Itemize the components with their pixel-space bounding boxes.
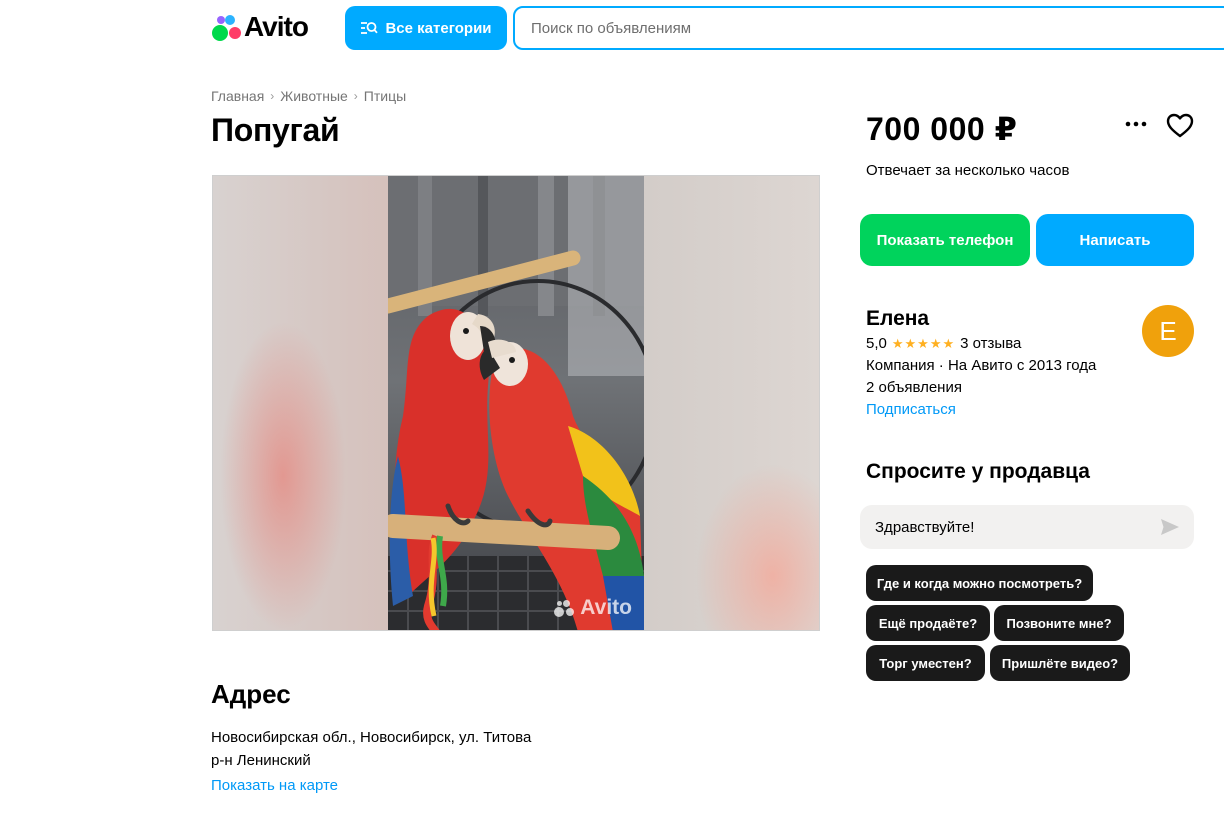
rating-value: 5,0 <box>866 335 887 352</box>
send-icon[interactable] <box>1160 518 1180 536</box>
address-district: р-н Ленинский <box>211 752 311 769</box>
all-categories-button[interactable]: Все категории <box>345 6 507 50</box>
watermark-dots-icon <box>554 598 576 618</box>
logo-text: Avito <box>244 11 309 42</box>
reviews-count[interactable]: 3 отзыва <box>960 335 1021 352</box>
all-categories-label: Все категории <box>385 19 492 37</box>
parrots-illustration <box>388 176 644 630</box>
breadcrumb-birds[interactable]: Птицы <box>364 88 406 104</box>
write-message-button[interactable]: Написать <box>1036 214 1194 266</box>
listing-photo-parrots[interactable]: Avito <box>388 176 644 630</box>
breadcrumb: Главная › Животные › Птицы <box>211 88 406 104</box>
search-bar[interactable] <box>513 6 1224 50</box>
seller-avatar[interactable]: Е <box>1142 305 1194 357</box>
price: 700 000 ₽ <box>866 111 1018 147</box>
show-on-map-link[interactable]: Показать на карте <box>211 777 338 794</box>
breadcrumb-animals[interactable]: Животные <box>280 88 348 104</box>
avito-logo[interactable]: Avito <box>211 11 309 42</box>
search-categories-icon <box>361 22 379 34</box>
quick-question-chip[interactable]: Торг уместен? <box>866 645 985 681</box>
show-phone-button[interactable]: Показать телефон <box>860 214 1030 266</box>
seller-rating[interactable]: 5,0 ★★★★★ 3 отзыва <box>866 335 1021 352</box>
breadcrumb-separator-icon: › <box>270 89 275 103</box>
message-box[interactable] <box>860 505 1194 549</box>
logo-dots-icon <box>211 12 243 42</box>
breadcrumb-home[interactable]: Главная <box>211 88 264 104</box>
more-icon[interactable] <box>1124 112 1148 136</box>
address-line: Новосибирская обл., Новосибирск, ул. Тит… <box>211 729 532 746</box>
subscribe-link[interactable]: Подписаться <box>866 401 956 418</box>
breadcrumb-separator-icon: › <box>353 89 358 103</box>
star-rating-icon: ★★★★★ <box>891 335 956 351</box>
avito-watermark: Avito <box>554 596 632 620</box>
quick-question-chip[interactable]: Ещё продаёте? <box>866 605 990 641</box>
watermark-text: Avito <box>580 596 632 619</box>
quick-question-chip[interactable]: Позвоните мне? <box>994 605 1124 641</box>
image-gallery[interactable]: Avito <box>212 175 820 631</box>
seller-name[interactable]: Елена <box>866 307 929 331</box>
listing-title: Попугай <box>211 112 340 148</box>
favorite-heart-icon[interactable] <box>1166 113 1194 139</box>
quick-question-chip[interactable]: Где и когда можно посмотреть? <box>866 565 1093 601</box>
message-input[interactable] <box>875 518 1135 536</box>
seller-ads-count[interactable]: 2 объявления <box>866 379 962 396</box>
seller-info: Компания · На Авито с 2013 года <box>866 357 1097 374</box>
quick-question-chip[interactable]: Пришлёте видео? <box>990 645 1130 681</box>
ask-seller-heading: Спросите у продавца <box>866 460 1090 483</box>
response-time: Отвечает за несколько часов <box>866 162 1070 179</box>
search-input[interactable] <box>531 19 1224 37</box>
address-heading: Адрес <box>211 679 291 709</box>
